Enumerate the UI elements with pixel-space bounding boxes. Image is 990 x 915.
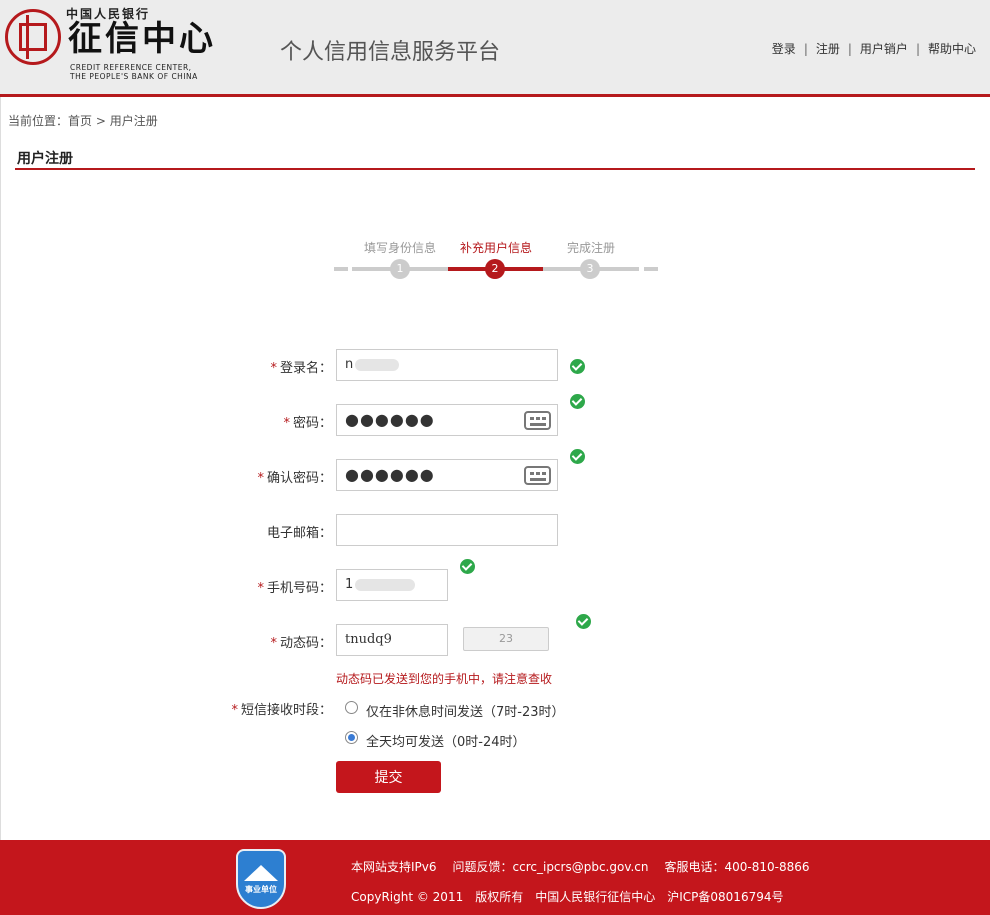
step-3-number: 3 — [580, 259, 600, 279]
phone-value: 1 — [345, 577, 354, 592]
phone-label: * 手机号码： — [257, 581, 332, 596]
login-name-input[interactable]: n — [336, 349, 558, 381]
logo-main-text: 征信中心 — [68, 19, 216, 59]
step-track-start — [334, 267, 348, 271]
phone-input[interactable]: 1 — [336, 569, 448, 601]
check-ok-icon — [460, 559, 475, 574]
submit-button[interactable]: 提交 — [336, 761, 441, 793]
nav-login-link[interactable]: 登录 — [772, 42, 796, 56]
step-3-label: 完成注册 — [567, 241, 616, 255]
sms-period-radio-allday[interactable] — [345, 731, 358, 744]
title-divider — [15, 168, 975, 170]
confirm-password-value: ●●●●●● — [345, 465, 435, 484]
nav-separator: | — [803, 42, 808, 56]
service-phone: 客服电话：400-810-8866 — [664, 860, 810, 874]
email-field[interactable] — [336, 514, 558, 546]
step-1-label: 填写身份信息 — [364, 241, 437, 255]
nav-separator: | — [847, 42, 852, 56]
breadcrumb-current: 用户注册 — [109, 114, 158, 128]
footer-line-2: CopyRight © 2011 版权所有 中国人民银行征信中心 沪ICP备08016… — [351, 888, 799, 905]
sms-period-option-allday[interactable]: 全天均可发送（0时-24时） — [366, 731, 526, 750]
nav-register-link[interactable]: 注册 — [816, 42, 840, 56]
keyboard-icon[interactable] — [524, 411, 551, 430]
footer: 事业单位 本网站支持IPv6 问题反馈：ccrc_ipcrs@pbc.gov.cn… — [0, 840, 990, 915]
check-ok-icon — [570, 449, 585, 464]
nav-separator: | — [915, 42, 920, 56]
step-2-label: 补充用户信息 — [460, 241, 533, 255]
ipv6-note: 本网站支持IPv6 — [351, 860, 437, 874]
dynamic-code-input[interactable]: tnudq9 — [336, 624, 448, 656]
code-sent-hint: 动态码已发送到您的手机中，请注意查收 — [336, 672, 553, 686]
step-2-number: 2 — [485, 259, 505, 279]
confirm-password-input[interactable]: ●●●●●● — [336, 459, 558, 491]
icp-number[interactable]: 沪ICP备08016794号 — [667, 890, 783, 904]
login-name-label: * 登录名： — [270, 361, 332, 376]
footer-line-1: 本网站支持IPv6 问题反馈：ccrc_ipcrs@pbc.gov.cn 客服电话：… — [351, 858, 826, 875]
step-track-end — [644, 267, 658, 271]
breadcrumb-arrow: > — [95, 114, 106, 128]
breadcrumb-prefix: 当前位置： — [8, 114, 69, 128]
logo-english-line2: THE PEOPLE'S BANK OF CHINA — [70, 72, 198, 81]
password-value: ●●●●●● — [345, 410, 435, 429]
dynamic-code-label: * 动态码： — [270, 636, 332, 651]
left-border — [0, 97, 1, 840]
masked-value — [355, 358, 400, 371]
resend-code-button[interactable]: 23 — [463, 627, 549, 651]
sms-period-radio-worktime[interactable] — [345, 701, 358, 714]
password-label: * 密码： — [283, 416, 332, 431]
nav-cancel-account-link[interactable]: 用户销户 — [860, 42, 908, 56]
check-ok-icon — [570, 394, 585, 409]
email-label: 电子邮箱： — [266, 526, 332, 541]
confirm-password-label: * 确认密码： — [257, 471, 332, 486]
logo-seal-icon — [5, 9, 61, 65]
organization-name: 中国人民银行征信中心 — [535, 890, 656, 904]
check-ok-icon — [576, 614, 591, 629]
password-input[interactable]: ●●●●●● — [336, 404, 558, 436]
login-name-value: n — [345, 357, 354, 372]
sms-period-option-worktime[interactable]: 仅在非休息时间发送（7时-23时） — [366, 701, 565, 720]
check-ok-icon — [570, 359, 585, 374]
feedback-email: 问题反馈：ccrc_ipcrs@pbc.gov.cn — [452, 860, 649, 874]
sms-period-label: * 短信接收时段： — [231, 703, 332, 718]
page-title: 用户注册 — [17, 151, 73, 167]
top-nav: 登录 | 注册 | 用户销户 | 帮助中心 — [772, 40, 976, 57]
masked-value — [355, 578, 416, 591]
platform-title: 个人信用信息服务平台 — [280, 40, 501, 65]
breadcrumb-home-link[interactable]: 首页 — [68, 114, 92, 128]
nav-help-link[interactable]: 帮助中心 — [928, 42, 976, 56]
keyboard-icon[interactable] — [524, 466, 551, 485]
header: 中国人民银行 征信中心 CREDIT REFERENCE CENTER, THE… — [0, 0, 990, 97]
public-institution-badge-icon[interactable]: 事业单位 — [236, 849, 286, 909]
copyright: CopyRight © 2011 — [351, 890, 464, 904]
step-1-number: 1 — [390, 259, 410, 279]
badge-text: 事业单位 — [245, 885, 277, 894]
rights-reserved: 版权所有 — [475, 890, 524, 904]
logo-english-line1: CREDIT REFERENCE CENTER, — [70, 63, 192, 72]
breadcrumb: 当前位置：首页 > 用户注册 — [8, 112, 158, 129]
